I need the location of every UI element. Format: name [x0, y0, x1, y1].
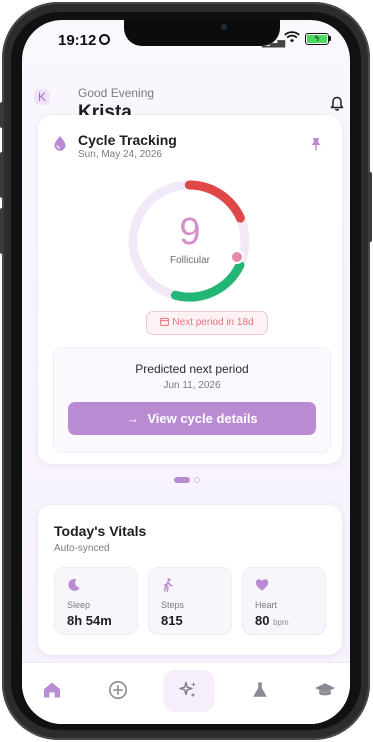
drop-icon [54, 136, 66, 151]
greeting-text: Good Evening [78, 86, 155, 100]
vital-unit: bpm [273, 618, 289, 627]
bottom-tab-bar [22, 662, 350, 724]
vital-tile-steps[interactable]: Steps 815 [148, 567, 232, 635]
device-side-button [0, 208, 4, 254]
cycle-day-number: 9 [179, 211, 201, 253]
calendar-icon [160, 317, 170, 326]
status-bar: 19:12 ▁▃▅ ϟ [22, 20, 350, 54]
next-period-badge: Next period in 18d [146, 311, 268, 335]
clock-status-icon [99, 34, 110, 45]
fertile-window-arc [171, 260, 245, 302]
predicted-period-panel: Predicted next period Jun 11, 2026 → View… [53, 347, 331, 453]
cycle-card-title: Cycle Tracking [78, 132, 177, 148]
add-circle-icon[interactable] [107, 679, 129, 701]
heart-icon [255, 579, 269, 591]
app-header: K Good Evening Krista [22, 60, 350, 123]
vital-value: 8h 54m [67, 613, 112, 628]
battery-icon: ϟ [305, 33, 329, 45]
wifi-icon [284, 30, 300, 47]
signal-icon: ▁▃▅ [262, 37, 286, 48]
avatar[interactable]: K [34, 89, 50, 105]
vital-label: Steps [161, 600, 185, 610]
vital-tile-sleep[interactable]: Sleep 8h 54m [54, 567, 138, 635]
sparkles-icon[interactable] [177, 679, 199, 701]
battery-tip [329, 36, 331, 41]
next-period-text: Next period in 18d [172, 317, 254, 328]
vital-value: 80 bpm [255, 613, 289, 628]
device-side-button [368, 172, 372, 242]
predicted-period-date: Jun 11, 2026 [163, 380, 221, 391]
view-cycle-details-label: View cycle details [147, 411, 258, 426]
cycle-card-date: Sun, May 24, 2026 [78, 149, 162, 160]
carousel-pagination [174, 477, 214, 485]
carousel-dot-active[interactable] [174, 477, 190, 483]
vitals-title: Today's Vitals [54, 523, 147, 539]
graduation-cap-icon[interactable] [314, 679, 336, 701]
home-icon[interactable] [41, 679, 63, 701]
predicted-period-title: Predicted next period [135, 362, 249, 376]
flask-icon[interactable] [249, 679, 271, 701]
vital-label: Sleep [67, 600, 91, 610]
app-screen: 19:12 ▁▃▅ ϟ K Good Evening Krista Cycle … [22, 20, 350, 724]
moon-icon [68, 578, 80, 591]
bell-icon[interactable] [330, 96, 344, 112]
arrow-right-icon: → [126, 411, 140, 426]
cycle-tracking-card: Cycle Tracking Sun, May 24, 2026 9 Folli… [38, 115, 342, 464]
vital-label: Heart [255, 600, 278, 610]
todays-vitals-card: Today's Vitals Auto-synced Sleep 8h 54m … [38, 505, 342, 655]
pin-icon[interactable] [310, 137, 322, 151]
cycle-phase-label: Follicular [169, 255, 210, 266]
vital-value: 815 [161, 613, 183, 628]
vital-value-text: 815 [161, 613, 183, 628]
status-time: 19:12 [58, 32, 97, 49]
carousel-dot[interactable] [194, 477, 200, 483]
device-side-button [0, 152, 4, 198]
vital-value-text: 80 [255, 613, 270, 628]
vital-tile-heart[interactable]: Heart 80 bpm [242, 567, 326, 635]
walking-icon [163, 578, 173, 592]
vitals-subtitle: Auto-synced [54, 543, 110, 554]
device-side-button [0, 102, 4, 128]
vital-value-text: 8h 54m [67, 613, 112, 628]
view-cycle-details-button[interactable]: → View cycle details [68, 402, 316, 435]
